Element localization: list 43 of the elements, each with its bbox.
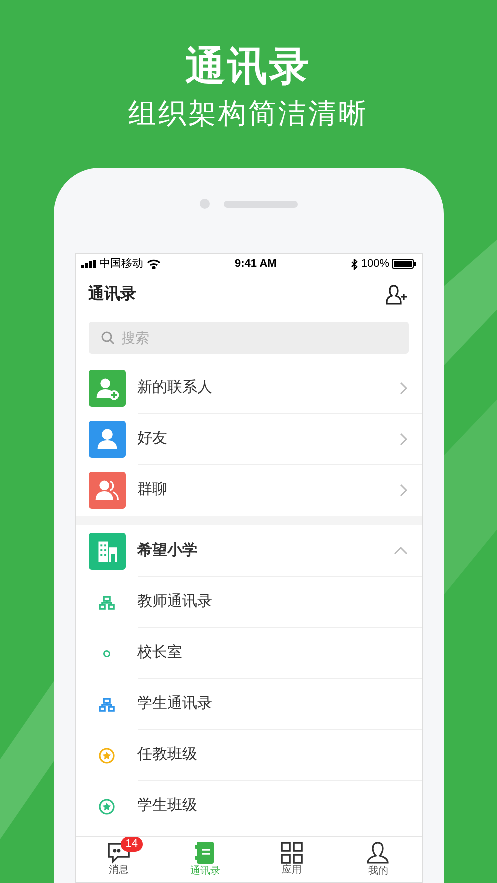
chevron-right-icon (400, 484, 408, 497)
carrier-text: 中国移动 (100, 256, 144, 272)
page-title: 通讯录 (88, 284, 136, 305)
organization-item[interactable]: 学生通讯录 (76, 679, 422, 730)
add-contact-button[interactable] (384, 283, 408, 307)
item-label: 教师通讯录 (138, 592, 212, 612)
organization-row[interactable]: 希望小学 (76, 526, 422, 577)
signal-icon (80, 260, 96, 268)
item-label: 学生通讯录 (138, 694, 212, 714)
unread-badge: 14 (120, 837, 143, 852)
item-label: 好友 (138, 428, 168, 449)
tab[interactable]: 消息 14 (76, 837, 162, 882)
subheadline: 组织架构简洁清晰 (128, 97, 368, 131)
item-label: 群聊 (138, 480, 168, 500)
contact-menu-item[interactable]: 新的联系人 (76, 363, 422, 414)
organization-item[interactable]: 教师通讯录 (76, 577, 422, 628)
item-label: 新的联系人 (138, 378, 214, 398)
notebook-icon (195, 841, 216, 865)
wifi-icon (146, 259, 160, 269)
add-person-icon (386, 285, 408, 305)
tab[interactable]: 应用 (248, 837, 335, 882)
organization-item[interactable]: 任教班级 (76, 730, 422, 781)
chevron-right-icon (400, 432, 408, 446)
item-label: 学生班级 (138, 796, 198, 816)
person-icon (367, 841, 390, 865)
bluetooth-icon (351, 258, 358, 270)
battery-icon (392, 259, 416, 269)
search-field[interactable]: 搜索 (88, 322, 408, 354)
item-label: 校长室 (138, 642, 182, 663)
search-icon (100, 331, 114, 345)
tab[interactable]: 我的 (335, 837, 422, 882)
battery-text: 100% (361, 256, 390, 272)
headline: 通讯录 (186, 44, 312, 91)
organization-name: 希望小学 (138, 540, 198, 561)
contact-menu-item[interactable]: 群聊 (76, 465, 422, 516)
building-icon (88, 533, 126, 570)
clock-text: 9:41 AM (235, 256, 277, 272)
contact-menu-item[interactable]: 好友 (76, 414, 422, 465)
item-label: 任教班级 (138, 744, 198, 765)
chevron-right-icon (400, 382, 408, 394)
organization-item[interactable]: 校长室 (76, 628, 422, 679)
grid-icon (280, 842, 303, 864)
organization-item[interactable]: 学生班级 (76, 781, 422, 832)
